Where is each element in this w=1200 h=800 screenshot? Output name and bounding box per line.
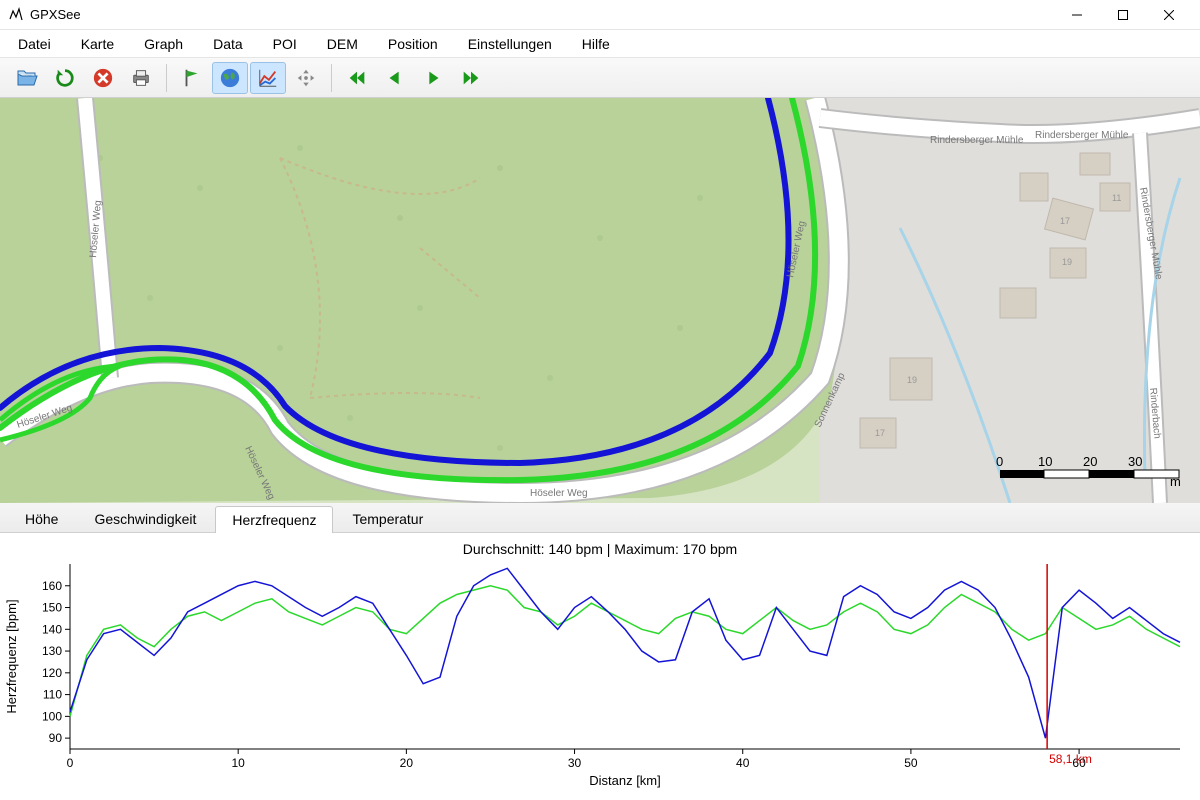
svg-text:110: 110 [43, 688, 62, 702]
svg-text:m: m [1170, 474, 1181, 489]
avg-value: 140 bpm [548, 541, 602, 557]
map-canvas: Höseler Weg Höseler Weg Höseler Weg Höse… [0, 98, 1200, 503]
close-file-button[interactable] [85, 62, 121, 94]
svg-text:10: 10 [232, 756, 246, 770]
chart-pane[interactable]: 901001101201301401501600102030405060Dist… [0, 559, 1200, 800]
show-graph-button[interactable] [250, 62, 286, 94]
svg-text:20: 20 [1083, 454, 1097, 469]
open-file-button[interactable] [9, 62, 45, 94]
svg-text:19: 19 [907, 375, 917, 385]
svg-text:0: 0 [67, 756, 74, 770]
svg-text:19: 19 [1062, 257, 1072, 267]
app-icon [8, 7, 24, 23]
globe-icon [219, 67, 241, 89]
move-icon [295, 67, 317, 89]
show-map-button[interactable] [212, 62, 248, 94]
svg-text:30: 30 [568, 756, 582, 770]
toolbar-divider [166, 64, 167, 92]
menu-hilfe[interactable]: Hilfe [578, 34, 614, 54]
svg-text:20: 20 [400, 756, 414, 770]
flag-icon [181, 67, 203, 89]
road-label: Höseler Weg [530, 488, 588, 499]
print-button[interactable] [123, 62, 159, 94]
menu-poi[interactable]: POI [269, 34, 301, 54]
prev-icon [384, 67, 406, 89]
heart-rate-chart: 901001101201301401501600102030405060Dist… [0, 559, 1200, 789]
graph-stats: Durchschnitt: 140 bpm | Maximum: 170 bpm [0, 533, 1200, 559]
minimize-button[interactable] [1054, 0, 1100, 30]
next-icon [422, 67, 444, 89]
menu-graph[interactable]: Graph [140, 34, 187, 54]
chart-line-icon [257, 67, 279, 89]
menu-dem[interactable]: DEM [323, 34, 362, 54]
toolbar-divider [331, 64, 332, 92]
window-title: GPXSee [30, 7, 81, 22]
maximize-button[interactable] [1100, 0, 1146, 30]
svg-text:90: 90 [49, 731, 63, 745]
tab-temperatur[interactable]: Temperatur [335, 505, 440, 532]
prev-button[interactable] [377, 62, 413, 94]
svg-text:120: 120 [42, 666, 62, 680]
svg-text:0: 0 [996, 454, 1003, 469]
svg-text:11: 11 [1112, 193, 1121, 203]
menu-datei[interactable]: Datei [14, 34, 55, 54]
svg-text:140: 140 [42, 622, 62, 636]
svg-text:10: 10 [1038, 454, 1052, 469]
svg-text:17: 17 [875, 428, 885, 438]
close-circle-icon [92, 67, 114, 89]
reload-icon [54, 67, 76, 89]
tab-geschwindigkeit[interactable]: Geschwindigkeit [77, 505, 213, 532]
svg-text:58,1 km: 58,1 km [1049, 752, 1092, 766]
svg-text:50: 50 [904, 756, 918, 770]
first-icon [346, 67, 368, 89]
svg-text:150: 150 [42, 601, 62, 615]
svg-text:17: 17 [1060, 216, 1070, 226]
svg-text:Herzfrequenz [bpm]: Herzfrequenz [bpm] [4, 599, 19, 713]
avg-label: Durchschnitt: [463, 541, 545, 557]
svg-text:160: 160 [42, 579, 62, 593]
poi-label: Rindersberger Mühle [1035, 130, 1129, 141]
tab-herzfrequenz[interactable]: Herzfrequenz [215, 506, 333, 533]
folder-open-icon [15, 66, 39, 90]
last-button[interactable] [453, 62, 489, 94]
move-button[interactable] [288, 62, 324, 94]
svg-text:100: 100 [42, 709, 62, 723]
road-label: Rindersberger Mühle [930, 135, 1024, 146]
menubar: Datei Karte Graph Data POI DEM Position … [0, 30, 1200, 58]
svg-text:30: 30 [1128, 454, 1142, 469]
first-button[interactable] [339, 62, 375, 94]
map-pane[interactable]: Höseler Weg Höseler Weg Höseler Weg Höse… [0, 98, 1200, 503]
max-label: Maximum: [614, 541, 679, 557]
svg-text:130: 130 [42, 644, 62, 658]
menu-karte[interactable]: Karte [77, 34, 118, 54]
tab-hoehe[interactable]: Höhe [8, 505, 75, 532]
menu-position[interactable]: Position [384, 34, 442, 54]
menu-einstellungen[interactable]: Einstellungen [464, 34, 556, 54]
printer-icon [130, 67, 152, 89]
menu-data[interactable]: Data [209, 34, 247, 54]
svg-text:Distanz [km]: Distanz [km] [589, 773, 661, 788]
reload-button[interactable] [47, 62, 83, 94]
graph-tabs: Höhe Geschwindigkeit Herzfrequenz Temper… [0, 503, 1200, 533]
next-button[interactable] [415, 62, 451, 94]
close-button[interactable] [1146, 0, 1192, 30]
poi-flag-button[interactable] [174, 62, 210, 94]
toolbar [0, 58, 1200, 98]
svg-text:40: 40 [736, 756, 750, 770]
last-icon [460, 67, 482, 89]
max-value: 170 bpm [683, 541, 737, 557]
titlebar: GPXSee [0, 0, 1200, 30]
